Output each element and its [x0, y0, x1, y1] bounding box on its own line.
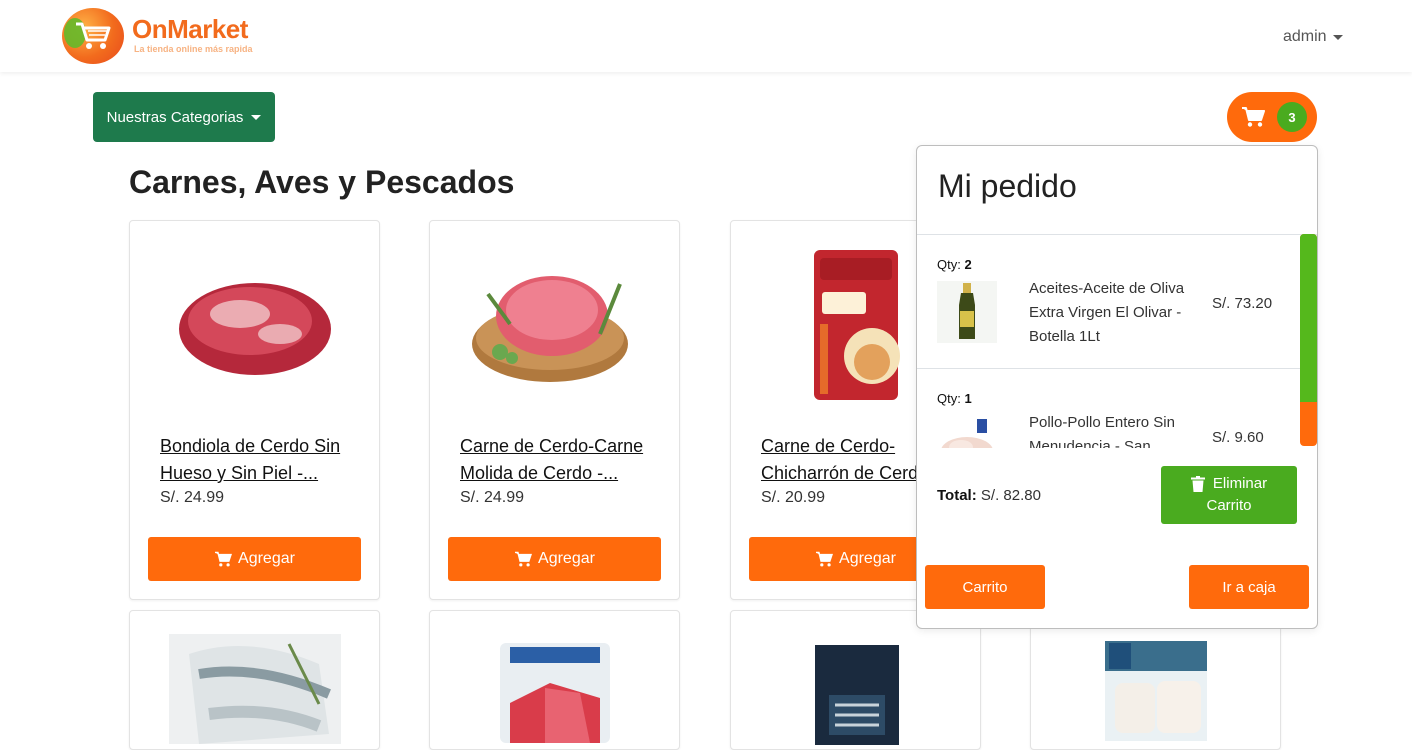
product-image[interactable]	[430, 643, 679, 743]
item-qty: Qty: 2	[937, 257, 972, 272]
cart-icon	[215, 551, 233, 567]
item-name: Aceites-Aceite de Oliva Extra Virgen El …	[1029, 280, 1185, 345]
product-name-link[interactable]: Carne de Cerdo-Carne Molida de Cerdo -..…	[460, 433, 659, 487]
add-label: Agregar	[538, 550, 595, 567]
product-card	[1030, 610, 1281, 750]
product-card: Carne de Cerdo-Carne Molida de Cerdo -..…	[429, 220, 680, 600]
item-thumbnail	[937, 415, 997, 448]
cart-icon	[816, 551, 834, 567]
user-menu[interactable]: admin	[1283, 28, 1343, 46]
brand-tagline: La tienda online más rapida	[134, 44, 253, 54]
product-image[interactable]	[430, 239, 679, 409]
clear-cart-label-line2: Carrito	[1206, 497, 1252, 514]
cart-count-badge: 3	[1277, 102, 1307, 132]
order-title: Mi pedido	[938, 168, 1077, 204]
order-items-scrollbar[interactable]	[1300, 234, 1317, 446]
product-image[interactable]	[130, 239, 379, 409]
user-name: admin	[1283, 28, 1327, 45]
product-price: S/. 24.99	[160, 489, 225, 506]
caret-down-icon	[1332, 34, 1343, 40]
order-total: Total: S/. 82.80	[937, 487, 1041, 504]
cart-button[interactable]: 3	[1227, 92, 1317, 142]
categories-label: Nuestras Categorias	[106, 108, 244, 126]
item-name: Pollo-Pollo Entero Sin Menudencia - San	[1029, 414, 1175, 448]
add-to-cart-button[interactable]: Agregar	[448, 537, 661, 581]
product-price: S/. 20.99	[761, 489, 826, 506]
logo-cart-icon	[76, 22, 111, 49]
product-card	[730, 610, 981, 750]
total-value: S/. 82.80	[980, 487, 1041, 504]
clear-cart-button[interactable]: Eliminar Carrito	[1161, 466, 1297, 524]
product-price: S/. 24.99	[460, 489, 525, 506]
logo-mark	[62, 8, 124, 64]
view-cart-button[interactable]: Carrito	[925, 565, 1045, 609]
item-price: S/. 9.60	[1212, 429, 1264, 446]
order-dropdown: Mi pedido Qty: 2 Aceites-Aceite de Oliva…	[916, 145, 1318, 629]
add-to-cart-button[interactable]: Agregar	[148, 537, 361, 581]
trash-icon	[1190, 476, 1205, 492]
clear-cart-label-line1: Eliminar	[1212, 475, 1268, 492]
navbar: OnMarket La tienda online más rapida adm…	[0, 0, 1412, 72]
product-card	[429, 610, 680, 750]
product-card	[129, 610, 380, 750]
product-card: Bondiola de Cerdo Sin Hueso y Sin Piel -…	[129, 220, 380, 600]
total-label: Total:	[937, 487, 977, 504]
brand-name: OnMarket	[132, 14, 248, 44]
logo[interactable]: OnMarket La tienda online más rapida	[62, 6, 262, 66]
item-qty: Qty: 1	[937, 391, 972, 406]
order-item: Qty: 2 Aceites-Aceite de Oliva Extra Vir…	[917, 235, 1301, 368]
categories-dropdown-button[interactable]: Nuestras Categorias	[93, 92, 275, 142]
product-image[interactable]	[731, 645, 980, 745]
product-image[interactable]	[130, 629, 379, 749]
cart-icon	[515, 551, 533, 567]
product-image[interactable]	[1031, 641, 1280, 741]
product-name-link[interactable]: Bondiola de Cerdo Sin Hueso y Sin Piel -…	[160, 433, 359, 487]
order-item: Qty: 1 Pollo-Pollo Entero Sin Menudencia…	[917, 368, 1301, 448]
item-price: S/. 73.20	[1212, 295, 1273, 312]
caret-down-icon	[251, 114, 262, 120]
add-label: Agregar	[238, 550, 295, 567]
section-title: Carnes, Aves y Pescados	[129, 164, 515, 200]
checkout-button[interactable]: Ir a caja	[1189, 565, 1309, 609]
item-thumbnail	[937, 281, 997, 343]
cart-icon	[1242, 107, 1265, 127]
scrollbar-thumb[interactable]	[1300, 234, 1317, 402]
add-label: Agregar	[839, 550, 896, 567]
order-items-list[interactable]: Qty: 2 Aceites-Aceite de Oliva Extra Vir…	[917, 235, 1301, 448]
